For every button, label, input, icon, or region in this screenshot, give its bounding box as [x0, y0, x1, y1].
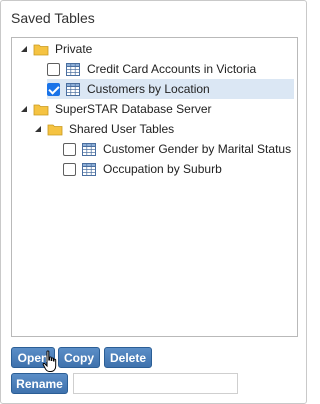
- table-icon: [82, 142, 96, 156]
- tree-node-superstar-server[interactable]: SuperSTAR Database Server: [18, 99, 212, 119]
- rename-button[interactable]: Rename: [11, 373, 68, 394]
- tree-item-credit-card-accounts[interactable]: Credit Card Accounts in Victoria: [47, 59, 256, 79]
- tree-node-server-label: SuperSTAR Database Server: [55, 102, 212, 116]
- tree-item-customers-by-location[interactable]: Customers by Location: [47, 79, 294, 99]
- tree-node-shared-user-tables[interactable]: Shared User Tables: [32, 119, 174, 139]
- panel-title: Saved Tables: [11, 10, 95, 26]
- table-icon: [82, 162, 96, 176]
- folder-icon: [47, 124, 63, 135]
- rename-input[interactable]: [73, 373, 238, 394]
- open-button[interactable]: Open: [11, 347, 55, 368]
- table-icon: [66, 82, 80, 96]
- folder-icon: [33, 44, 49, 55]
- item-checkbox[interactable]: [63, 162, 76, 176]
- tree-node-shared-label: Shared User Tables: [69, 122, 175, 136]
- triangle-expanded-icon[interactable]: [18, 43, 30, 55]
- tree-item-occupation-by-suburb[interactable]: Occupation by Suburb: [63, 159, 222, 179]
- triangle-expanded-icon[interactable]: [18, 103, 30, 115]
- copy-button[interactable]: Copy: [58, 347, 100, 368]
- item-checkbox[interactable]: [47, 62, 60, 76]
- item-checkbox-checked[interactable]: [47, 82, 60, 96]
- saved-tables-tree[interactable]: Private Credit Card Accounts in Victoria: [11, 37, 298, 337]
- item-label: Customers by Location: [87, 82, 210, 96]
- folder-icon: [33, 104, 49, 115]
- tree-item-customer-gender[interactable]: Customer Gender by Marital Status: [63, 139, 291, 159]
- item-label: Customer Gender by Marital Status: [103, 142, 292, 156]
- item-label: Credit Card Accounts in Victoria: [87, 62, 257, 76]
- saved-tables-panel: Saved Tables Private Credit Card Account…: [0, 0, 307, 404]
- item-checkbox[interactable]: [63, 142, 76, 156]
- tree-node-private[interactable]: Private: [18, 39, 92, 59]
- table-icon: [66, 62, 80, 76]
- tree-node-private-label: Private: [55, 42, 93, 56]
- item-label: Occupation by Suburb: [103, 162, 222, 176]
- triangle-expanded-icon[interactable]: [32, 123, 44, 135]
- delete-button[interactable]: Delete: [104, 347, 152, 368]
